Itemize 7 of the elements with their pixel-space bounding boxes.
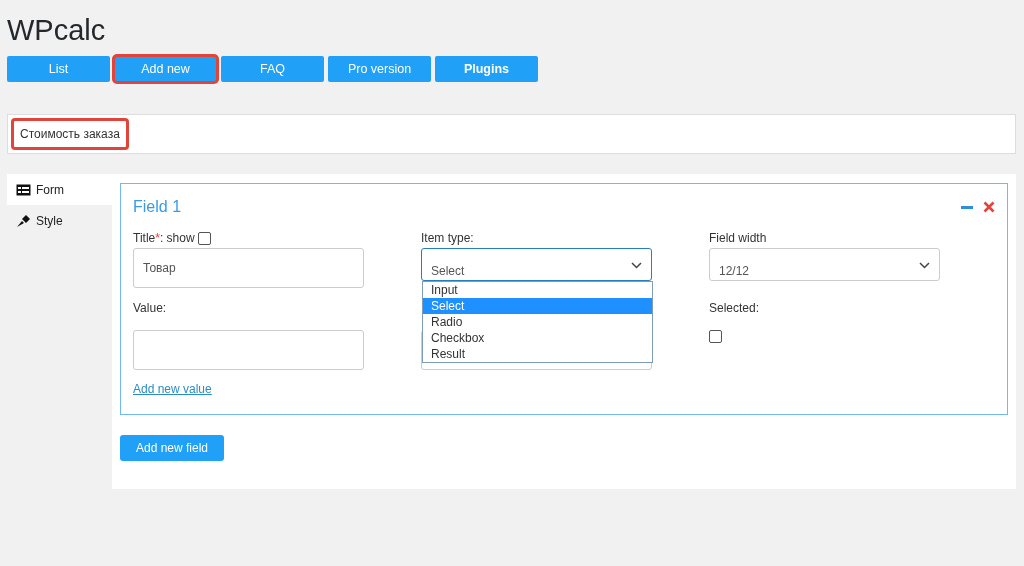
field-label: Title*: show xyxy=(133,231,195,245)
field-title: Field 1 xyxy=(133,198,182,216)
field-label: Value: xyxy=(133,301,167,315)
field-label: Field width xyxy=(709,231,767,245)
field-label: Item type: xyxy=(421,231,474,245)
field-label: Selected: xyxy=(709,301,760,315)
page-title: WPcalc xyxy=(7,13,107,48)
